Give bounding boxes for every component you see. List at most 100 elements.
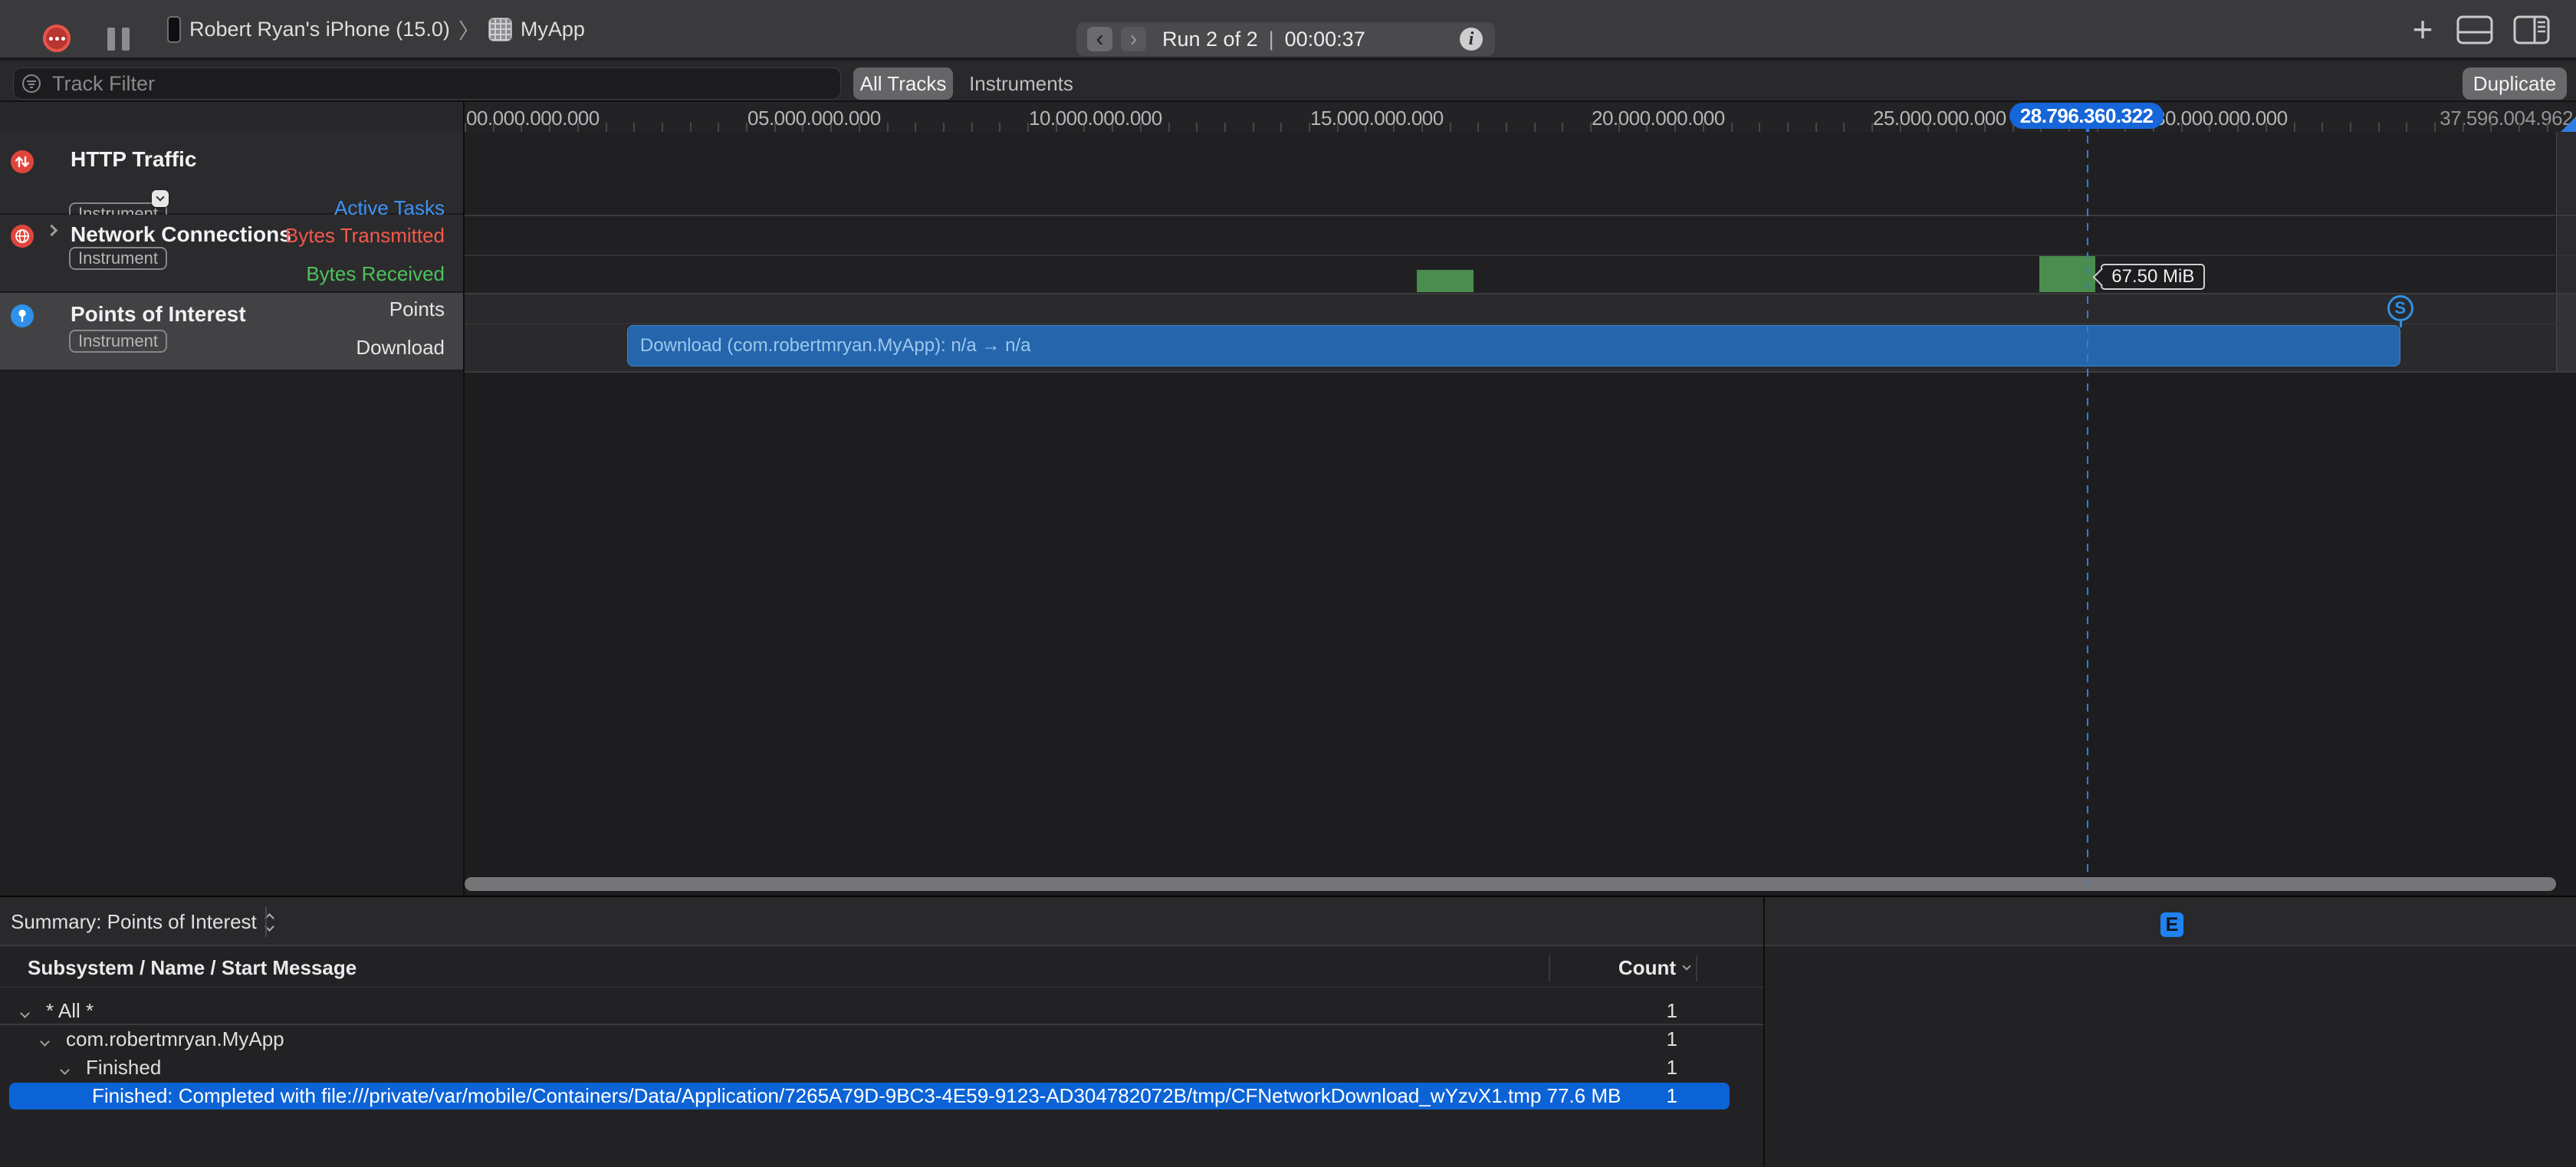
- event-detail-badge[interactable]: E: [2160, 912, 2183, 937]
- segment-instruments[interactable]: Instruments: [959, 67, 1083, 100]
- ruler-tick: [633, 123, 635, 132]
- plus-icon: +: [2413, 9, 2433, 49]
- playhead-line[interactable]: [2087, 121, 2088, 891]
- table-header[interactable]: Subsystem / Name / Start Message Count: [0, 948, 1763, 988]
- ruler-tick: [1477, 123, 1479, 132]
- ruler-label: 05.000.000.000: [748, 107, 881, 130]
- value-tooltip: 67.50 MiB: [2101, 264, 2205, 290]
- toggle-bottom-pane-button[interactable]: [2456, 15, 2493, 44]
- table-rows: * All * 1 com.robertmryan.MyApp 1 Finish…: [0, 997, 1763, 1110]
- instrument-badge: Instrument: [69, 247, 167, 270]
- row-count: 1: [1667, 1025, 1677, 1054]
- inspector-pane-icon: [2513, 15, 2550, 44]
- run-separator: |: [1269, 28, 1274, 51]
- ruler-tick: [887, 123, 889, 132]
- run-status: Run 2 of 2 | 00:00:37: [1162, 22, 1365, 56]
- ruler-tick: [2321, 123, 2323, 132]
- run-time: 00:00:37: [1285, 28, 1365, 51]
- next-run-button[interactable]: ›: [1121, 27, 1146, 51]
- playhead-time-pill[interactable]: 28.796.360.322: [2009, 103, 2164, 129]
- pause-button[interactable]: [107, 28, 132, 51]
- summary-selector-label: Summary: Points of Interest: [11, 910, 257, 934]
- table-row[interactable]: * All * 1: [0, 997, 1763, 1025]
- ruler-tick: [1168, 123, 1170, 132]
- duplicate-button[interactable]: Duplicate: [2463, 67, 2567, 100]
- column-subsystem-name-start-message[interactable]: Subsystem / Name / Start Message: [28, 948, 356, 988]
- segment-all-tracks[interactable]: All Tracks: [853, 67, 953, 100]
- lane-divider: [465, 293, 2576, 294]
- updown-chevrons-icon: [266, 915, 273, 930]
- track-row-points-of-interest[interactable]: Points of Interest Instrument Points Dow…: [0, 293, 463, 371]
- network-connections-icon: [11, 225, 34, 248]
- lane-label-bytes-transmitted: Bytes Transmitted: [285, 224, 445, 248]
- info-button[interactable]: i: [1460, 28, 1483, 51]
- add-instrument-button[interactable]: +: [2404, 11, 2441, 48]
- bytes-received-bar[interactable]: [1417, 270, 1473, 292]
- column-count[interactable]: Count: [1618, 948, 1690, 988]
- sidebar-ruler-spacer: [0, 102, 463, 132]
- row-label: * All *: [46, 997, 94, 1025]
- ruler-tick: [1787, 123, 1789, 132]
- record-button[interactable]: [43, 25, 71, 52]
- ruler-tick: [2490, 123, 2492, 132]
- toggle-inspector-button[interactable]: [2513, 15, 2550, 44]
- detail-toolbar: Summary: Points of Interest E: [0, 897, 2576, 946]
- toolbar-divider: [265, 906, 267, 937]
- ruler-tick: [2547, 123, 2548, 132]
- poi-summary-table: Subsystem / Name / Start Message Count *…: [0, 948, 1763, 1167]
- ruler-label: 25.000.000.000: [1873, 107, 2006, 130]
- ruler-tick: [718, 123, 719, 132]
- disclosure-chevron-down-icon[interactable]: [41, 1035, 48, 1049]
- panel-divider[interactable]: [1763, 897, 1765, 1167]
- summary-selector[interactable]: Summary: Points of Interest: [11, 897, 273, 946]
- disclosure-chevron-right-icon[interactable]: [48, 225, 56, 238]
- run-navigator: ‹ › Run 2 of 2 | 00:00:37 i: [1076, 22, 1495, 56]
- disclosure-chevron-down-icon[interactable]: [61, 1063, 68, 1077]
- ruler-label: 10.000.000.000: [1029, 107, 1162, 130]
- track-filter-field[interactable]: Track Filter: [13, 67, 841, 100]
- ruler-tick: [1731, 123, 1733, 132]
- lane-bytes-transmitted[interactable]: [465, 215, 2576, 255]
- chevron-left-icon: ‹: [1096, 28, 1104, 51]
- ruler-tick: [971, 123, 973, 132]
- row-label: com.robertmryan.MyApp: [66, 1025, 284, 1054]
- badge-expand-button[interactable]: [152, 190, 169, 207]
- track-title: HTTP Traffic: [71, 147, 196, 172]
- app-name: MyApp: [521, 18, 585, 41]
- chevron-right-icon: ›: [1130, 28, 1138, 51]
- trace-end-time-label: 37.596.004.962: [2440, 107, 2573, 130]
- filter-bar: Track Filter All Tracks Instruments Dupl…: [0, 61, 2576, 102]
- row-count: 1: [1667, 997, 1677, 1025]
- ruler-tick: [1224, 123, 1226, 132]
- target-breadcrumb[interactable]: Robert Ryan's iPhone (15.0) 〉 MyApp: [167, 0, 585, 59]
- ruler-label: 30.000.000.000: [2154, 107, 2288, 130]
- disclosure-chevron-down-icon[interactable]: [21, 1007, 28, 1021]
- device-name: Robert Ryan's iPhone (15.0): [189, 18, 450, 41]
- signpost-marker[interactable]: S: [2387, 295, 2413, 321]
- detail-panel: Summary: Points of Interest E Subsystem …: [0, 896, 2576, 1167]
- track-row-http-traffic[interactable]: HTTP Traffic Instrument Active Tasks: [0, 132, 463, 215]
- ruler-label: 15.000.000.000: [1310, 107, 1444, 130]
- ruler-tick: [943, 123, 945, 132]
- previous-run-button[interactable]: ‹: [1087, 27, 1112, 51]
- lane-active-tasks[interactable]: [465, 132, 2576, 215]
- table-row[interactable]: Finished 1: [0, 1054, 1763, 1082]
- ruler-tick: [1759, 123, 1760, 132]
- track-row-network-connections[interactable]: Network Connections Instrument Bytes Tra…: [0, 215, 463, 293]
- ruler-tick: [999, 123, 1001, 132]
- track-lanes-area[interactable]: [463, 102, 2576, 896]
- table-row-selected[interactable]: Finished: Completed with file:///private…: [0, 1082, 1763, 1110]
- ruler-tick: [1506, 123, 1507, 132]
- table-row[interactable]: com.robertmryan.MyApp 1: [0, 1025, 1763, 1054]
- chevron-down-icon: [156, 192, 164, 201]
- lane-points[interactable]: [465, 293, 2576, 323]
- horizontal-scrollbar-thumb[interactable]: [465, 877, 2556, 891]
- lane-divider: [465, 323, 2576, 324]
- row-label: Finished: Completed with file:///private…: [92, 1082, 1621, 1110]
- ruler-tick: [2434, 123, 2436, 132]
- download-span-bar[interactable]: Download (com.robertmryan.MyApp): n/a → …: [627, 325, 2400, 367]
- row-count: 1: [1667, 1054, 1677, 1082]
- track-title: Network Connections: [71, 222, 291, 247]
- lane-bytes-received[interactable]: [465, 255, 2576, 293]
- track-title: Points of Interest: [71, 302, 246, 327]
